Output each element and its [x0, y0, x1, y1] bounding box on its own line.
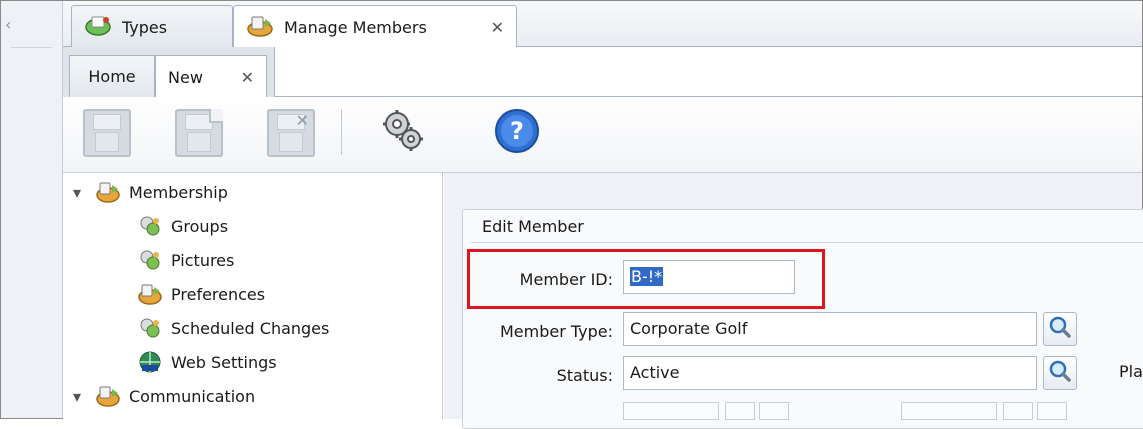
partial-button[interactable]	[1037, 402, 1067, 420]
tab-types-label: Types	[122, 17, 168, 37]
member-type-value: Corporate Golf	[630, 319, 748, 338]
status-field[interactable]: Active	[623, 356, 1037, 390]
member-id-label: Member ID:	[519, 270, 613, 289]
expand-arrow-icon[interactable]: ▾	[73, 387, 87, 406]
tab-home-label: Home	[88, 67, 136, 86]
member-type-field[interactable]: Corporate Golf	[623, 312, 1037, 346]
pictures-icon	[137, 248, 163, 272]
close-tab-icon[interactable]: ✕	[491, 18, 504, 37]
communication-icon	[95, 384, 121, 408]
member-type-search-button[interactable]	[1043, 312, 1077, 346]
left-strip: ‹	[1, 1, 63, 418]
status-value: Active	[630, 363, 680, 382]
tree-item-label: Pictures	[171, 250, 235, 270]
scheduled-changes-icon	[137, 316, 163, 340]
cut-off-label: Pla	[1119, 362, 1143, 381]
member-panel: Home New ✕ ✕ ? ▾ Membership Groups Pictu…	[63, 47, 1143, 429]
preferences-icon	[137, 282, 163, 306]
inner-tab-bar: Home New ✕	[63, 47, 275, 98]
groups-icon	[137, 214, 163, 238]
group-title: Edit Member	[482, 217, 584, 236]
tab-new[interactable]: New ✕	[155, 55, 267, 98]
document-tab-bar: Types Manage Members ✕	[63, 1, 1142, 49]
tab-manage-members[interactable]: Manage Members ✕	[233, 5, 517, 49]
member-type-label: Member Type:	[499, 322, 613, 341]
members-icon	[246, 15, 276, 41]
save-icon	[83, 109, 131, 157]
status-search-button[interactable]	[1043, 356, 1077, 390]
tab-types[interactable]: Types	[71, 5, 233, 48]
tree-item-communication[interactable]: ▾ Communication	[73, 379, 255, 413]
status-label: Status:	[556, 366, 613, 385]
tree-item-label: Communication	[129, 386, 256, 406]
settings-button[interactable]	[375, 105, 431, 161]
form-area: Edit Member Member ID: B-!* Member Type:…	[444, 173, 1143, 429]
tab-manage-members-label: Manage Members	[284, 18, 427, 37]
membership-icon	[95, 180, 121, 204]
tree-item-membership[interactable]: ▾ Membership	[73, 175, 228, 209]
search-icon	[1048, 315, 1072, 343]
new-record-icon	[175, 109, 223, 157]
strip-divider	[11, 47, 52, 48]
partial-button[interactable]	[1003, 402, 1033, 420]
tree-item-label: Web Settings	[171, 352, 277, 372]
search-icon	[1048, 359, 1072, 387]
tree-item-label: Scheduled Changes	[171, 318, 330, 338]
help-icon: ?	[493, 107, 541, 159]
tree-item-web-settings[interactable]: Web Settings	[137, 345, 277, 379]
tree-item-groups[interactable]: Groups	[137, 209, 228, 243]
help-button[interactable]: ?	[489, 105, 545, 161]
tab-new-label: New	[168, 67, 203, 87]
edit-member-group: Edit Member Member ID: B-!* Member Type:…	[462, 209, 1143, 429]
tab-home[interactable]: Home	[69, 55, 155, 97]
tree-item-pictures[interactable]: Pictures	[137, 243, 234, 277]
svg-text:?: ?	[510, 117, 524, 145]
tree-item-preferences[interactable]: Preferences	[137, 277, 265, 311]
tree-item-scheduled-changes[interactable]: Scheduled Changes	[137, 311, 329, 345]
partial-button[interactable]	[725, 402, 755, 420]
gears-icon	[379, 107, 427, 159]
group-divider	[471, 242, 1143, 243]
toolbar: ✕ ?	[63, 97, 1142, 173]
partial-field[interactable]	[623, 402, 719, 420]
partial-field[interactable]	[901, 402, 997, 420]
delete-button[interactable]: ✕	[263, 105, 319, 161]
expand-arrow-icon[interactable]: ▾	[73, 183, 87, 202]
tree-item-label: Groups	[171, 216, 229, 236]
delete-icon: ✕	[267, 109, 315, 157]
toolbar-separator	[341, 109, 342, 155]
navigation-tree: ▾ Membership Groups Pictures Preferences…	[63, 173, 443, 419]
close-tab-icon[interactable]: ✕	[241, 68, 254, 87]
tree-item-label: Membership	[129, 182, 228, 202]
member-id-value: B-!*	[630, 267, 664, 286]
partial-button[interactable]	[759, 402, 789, 420]
new-record-button[interactable]	[171, 105, 227, 161]
save-button[interactable]	[79, 105, 135, 161]
collapse-icon[interactable]: ‹	[5, 15, 11, 34]
member-id-field[interactable]: B-!*	[623, 260, 795, 294]
tree-item-label: Preferences	[171, 284, 266, 304]
web-settings-icon	[137, 350, 163, 374]
types-icon	[84, 14, 114, 40]
